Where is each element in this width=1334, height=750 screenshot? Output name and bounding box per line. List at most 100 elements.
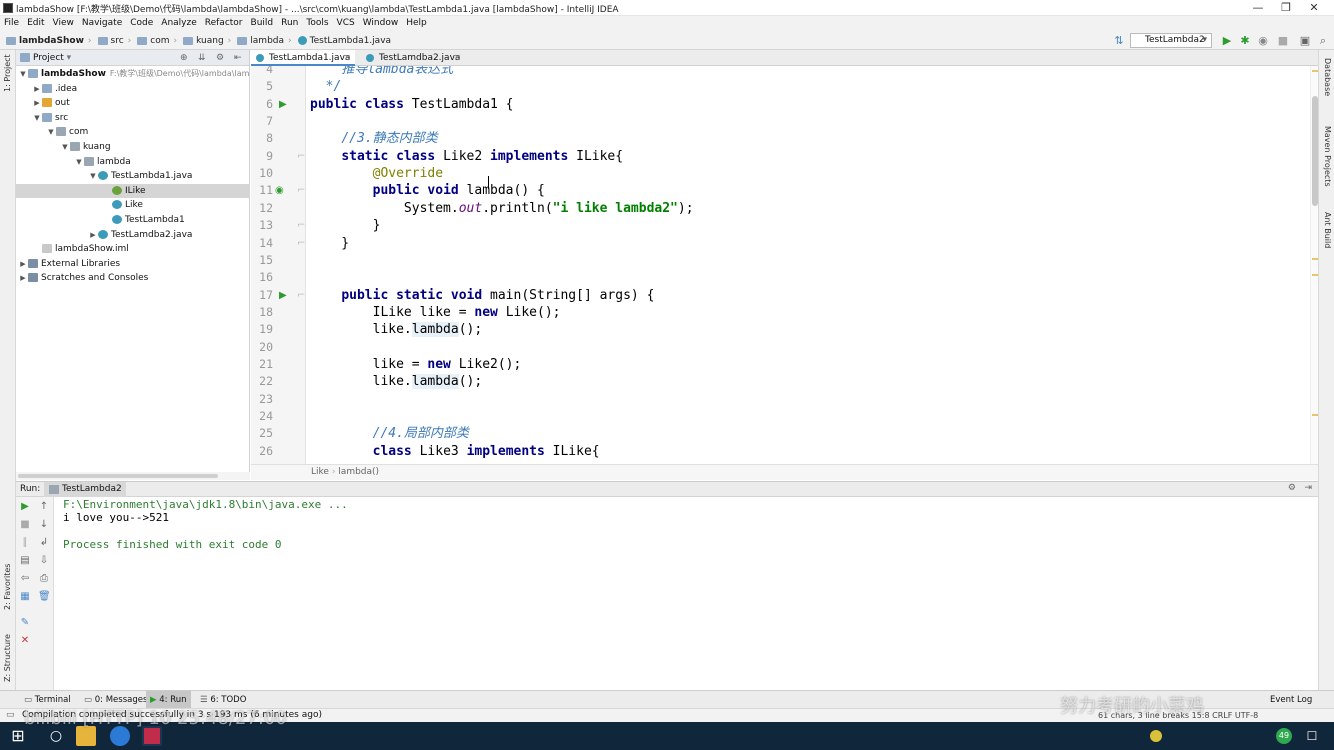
code-line[interactable]: static class Like2 implements ILike{ [310,148,623,165]
tree-item[interactable]: Like [16,198,250,212]
code-line[interactable]: //3.静态内部类 [310,130,437,147]
layout-icon[interactable]: ▦ [19,591,31,603]
code-line[interactable]: class Like3 implements ILike{ [310,443,600,460]
line-number[interactable]: 9 [251,148,273,165]
collapse-icon[interactable]: ⇊ [198,50,206,66]
coverage-icon[interactable]: ◉ [1256,34,1270,47]
soft-wrap-icon[interactable]: ↲ [38,537,50,549]
crumb-method[interactable]: lambda() [338,467,379,477]
tray-badge[interactable]: 49 [1276,728,1292,744]
editor-scrollbar[interactable] [1310,66,1318,464]
tree-item[interactable]: ▼ src [16,111,250,125]
hide-icon[interactable]: ⇤ [234,50,242,66]
line-number[interactable]: 5 [251,78,273,95]
line-number[interactable]: 11 [251,182,273,199]
expand-arrow-icon[interactable]: ▼ [46,125,56,139]
menu-item-help[interactable]: Help [402,16,431,31]
menu-item-code[interactable]: Code [126,16,157,31]
breadcrumb-item[interactable]: kuang › [179,32,233,51]
tool-terminal[interactable]: ▭ Terminal [20,691,75,709]
menu-item-analyze[interactable]: Analyze [157,16,200,31]
code-line[interactable]: public class TestLambda1 { [310,96,514,113]
breadcrumb-item[interactable]: lambda › [233,32,293,51]
code-line[interactable]: public static void main(String[] args) { [310,287,654,304]
menu-item-file[interactable]: File [0,16,23,31]
tree-item[interactable]: ▼ lambdaShow F:\教学\班级\Demo\代码\lambda\lam [16,67,250,81]
minimize-button[interactable]: — [1248,1,1268,15]
code-line[interactable]: 推导lambda表达式 [310,66,453,78]
hide-icon[interactable]: ⇥ [1304,483,1312,493]
implements-gutter-icon[interactable]: ◉ [275,182,284,199]
tray-icon[interactable] [1150,730,1162,742]
fold-icon[interactable]: ⌐ [297,287,305,304]
rerun-icon[interactable]: ▶ [19,501,31,513]
gear-icon[interactable]: ⚙ [1288,483,1296,493]
menu-item-window[interactable]: Window [359,16,403,31]
tree-item[interactable]: lambdaShow.iml [16,242,250,256]
code-line[interactable]: System.out.println("i like lambda2"); [310,200,694,217]
line-number[interactable]: 10 [251,165,273,182]
line-number[interactable]: 17 [251,287,273,304]
expand-arrow-icon[interactable]: ▼ [18,67,28,81]
expand-arrow-icon[interactable]: ▶ [32,96,42,110]
fold-icon[interactable]: ⌐ [297,148,305,165]
run-tab[interactable]: TestLambda2 [44,482,126,497]
tab-database[interactable]: Database [1323,58,1332,96]
tree-item[interactable]: ▶ out [16,96,250,110]
expand-arrow-icon[interactable]: ▼ [88,169,98,183]
tab-project[interactable]: 1: Project [3,54,12,92]
code-line[interactable]: */ [310,78,342,95]
menu-item-refactor[interactable]: Refactor [201,16,247,31]
menu-item-tools[interactable]: Tools [302,16,332,31]
close-button[interactable]: ✕ [1304,1,1324,15]
line-number[interactable]: 16 [251,269,273,286]
expand-arrow-icon[interactable]: ▶ [18,257,28,271]
menu-item-edit[interactable]: Edit [23,16,48,31]
code-line[interactable]: like.lambda(); [310,373,482,390]
tree-item[interactable]: ▼ lambda [16,155,250,169]
expand-arrow-icon[interactable]: ▼ [74,155,84,169]
line-number[interactable]: 12 [251,200,273,217]
scroll-end-icon[interactable]: ⇩ [38,555,50,567]
breadcrumb-item[interactable]: src › [94,32,134,51]
code-line[interactable]: like.lambda(); [310,321,482,338]
windows-start-icon[interactable]: ⊞ [8,726,28,746]
breadcrumb-item[interactable]: lambdaShow › [2,32,94,51]
fold-icon[interactable]: ⌐ [297,235,305,252]
tab-maven-projects[interactable]: Maven Projects [1323,126,1332,187]
run-gutter-icon[interactable]: ▶ [279,96,287,113]
tree-item[interactable]: ▼ com [16,125,250,139]
code-line[interactable]: } [310,217,381,234]
menu-item-vcs[interactable]: VCS [333,16,359,31]
breadcrumb-item[interactable]: com › [133,32,179,51]
line-number[interactable]: 14 [251,235,273,252]
menu-item-navigate[interactable]: Navigate [78,16,126,31]
close-icon[interactable]: ✕ [19,635,31,647]
trash-icon[interactable]: 🗑 [38,591,51,603]
tab-ant-build[interactable]: Ant Build [1323,212,1332,248]
browser-icon[interactable] [110,726,130,746]
close-icon[interactable]: × [453,50,461,66]
line-number[interactable]: 20 [251,339,273,356]
tree-item[interactable]: ▼ kuang [16,140,250,154]
dump-threads-icon[interactable]: ▤ [19,555,31,567]
expand-arrow-icon[interactable]: ▶ [18,271,28,285]
line-number[interactable]: 21 [251,356,273,373]
tab-structure[interactable]: Z: Structure [3,634,12,682]
tree-item[interactable]: ILike [16,183,250,198]
exit-icon[interactable]: ⇦ [19,573,31,585]
notification-icon[interactable]: ☐ [1302,726,1322,746]
expand-arrow-icon[interactable]: ▶ [88,228,98,242]
project-panel-title[interactable]: Project [33,53,64,63]
code-line[interactable]: public void lambda() { [310,182,545,199]
up-arrow-icon[interactable]: ↑ [38,501,50,513]
code-line[interactable]: @Override [310,165,443,182]
menu-item-build[interactable]: Build [247,16,278,31]
tree-item[interactable]: ▼ TestLambda1.java [16,169,250,183]
breadcrumb-item[interactable]: TestLambda1.java [294,31,393,50]
tree-item[interactable]: TestLambda1 [16,213,250,227]
tab-testlambda1[interactable]: TestLambda1.java × [251,50,355,66]
fold-icon[interactable]: ⌐ [297,217,305,234]
down-arrow-icon[interactable]: ↓ [38,519,50,531]
line-number[interactable]: 15 [251,252,273,269]
